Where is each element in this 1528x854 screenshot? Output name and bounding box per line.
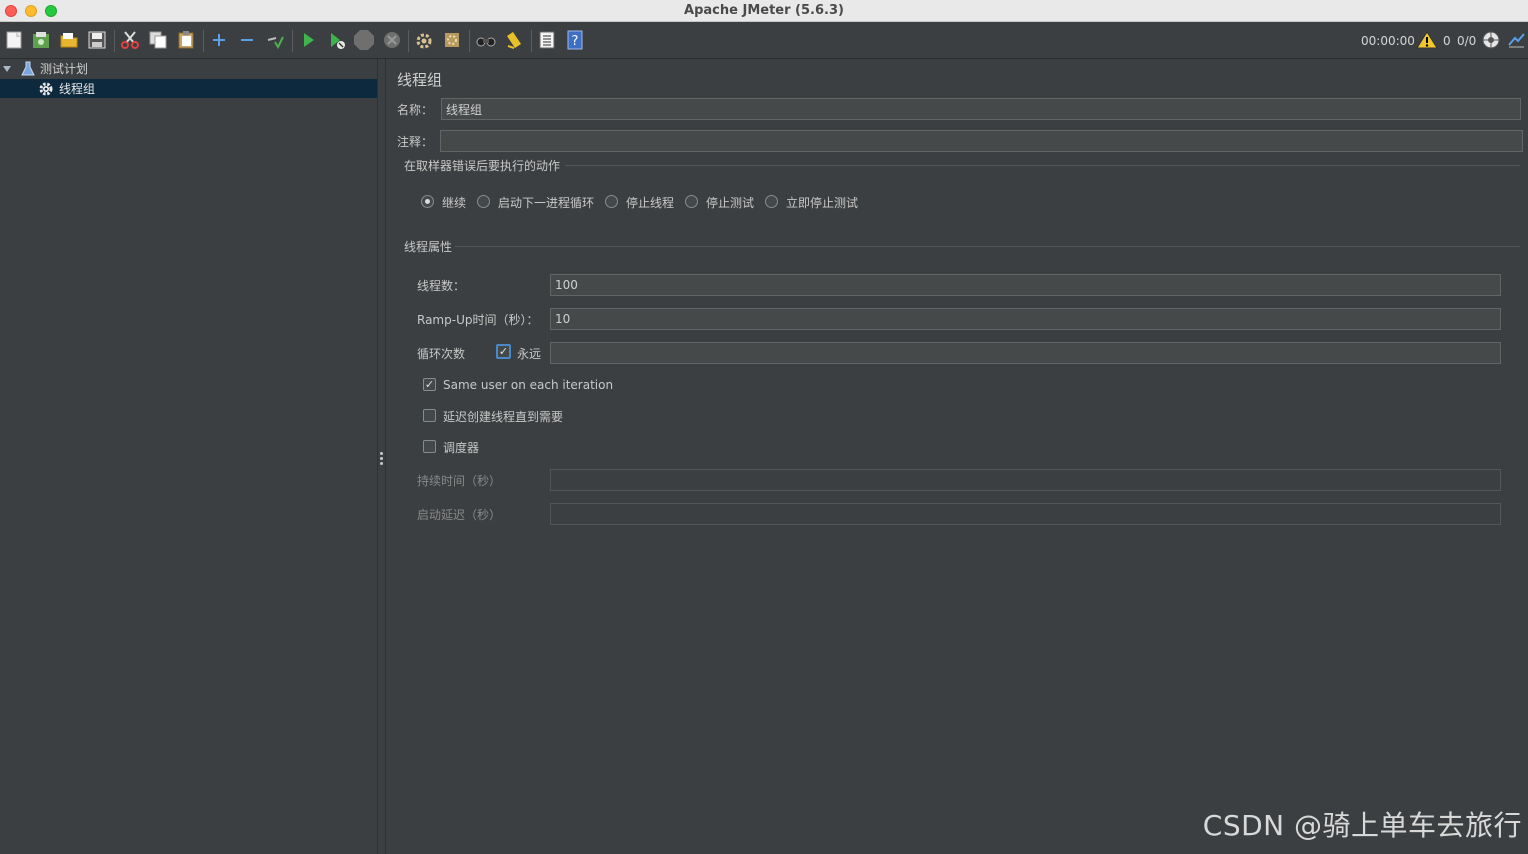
expand-triangle-icon[interactable] <box>3 65 11 72</box>
panel-splitter[interactable] <box>378 59 386 854</box>
open-icon[interactable] <box>58 29 80 51</box>
tree-node-label: 线程组 <box>59 82 96 96</box>
duration-label: 持续时间（秒） <box>417 474 502 488</box>
radio-stop-test[interactable] <box>685 195 698 208</box>
warning-count: 0 <box>1443 34 1451 48</box>
same-user-checkbox[interactable]: ✓ <box>423 378 436 391</box>
elapsed-timer: 00:00:00 <box>1361 34 1415 48</box>
loop-count-input[interactable] <box>550 342 1501 364</box>
flask-icon <box>21 61 35 77</box>
clear-icon[interactable] <box>413 29 435 51</box>
search-icon[interactable] <box>475 29 497 51</box>
reset-search-icon[interactable] <box>503 29 525 51</box>
radio-stop-test-now[interactable] <box>765 195 778 208</box>
delay-thread-creation-checkbox[interactable] <box>423 409 436 422</box>
expand-icon[interactable] <box>208 29 230 51</box>
toolbar: ? 00:00:00 0 0/0 <box>0 23 1528 59</box>
templates-icon[interactable] <box>30 29 52 51</box>
name-input[interactable] <box>441 98 1521 120</box>
startup-delay-label: 启动延迟（秒） <box>417 508 502 522</box>
cut-icon[interactable] <box>119 29 141 51</box>
scheduler-label: 调度器 <box>443 441 480 455</box>
scheduler-checkbox[interactable] <box>423 440 436 453</box>
log-viewer-icon[interactable] <box>1505 29 1527 51</box>
warning-icon[interactable] <box>1416 29 1438 51</box>
radio-continue[interactable] <box>421 195 434 208</box>
stop-icon[interactable] <box>353 29 375 51</box>
title-bar: Apache JMeter (5.6.3) <box>0 0 1528 22</box>
delay-thread-creation-label: 延迟创建线程直到需要 <box>443 410 564 424</box>
toggle-icon[interactable] <box>264 29 286 51</box>
forever-checkbox[interactable]: ✓ <box>496 344 511 359</box>
paste-icon[interactable] <box>175 29 197 51</box>
radio-start-next-loop[interactable] <box>477 195 490 208</box>
forever-label: 永远 <box>517 347 542 361</box>
radio-stop-test-now-label: 立即停止测试 <box>786 196 859 210</box>
rampup-label: Ramp-Up时间（秒）： <box>417 313 539 327</box>
comment-input[interactable] <box>440 130 1523 152</box>
threads-label: 线程数： <box>417 279 466 293</box>
loop-count-label: 循环次数 <box>417 347 466 361</box>
remote-status-icon <box>1480 29 1502 51</box>
name-label: 名称： <box>397 103 434 117</box>
tree-node-thread-group[interactable]: 线程组 <box>0 79 377 98</box>
radio-continue-label: 继续 <box>442 196 467 210</box>
gear-icon <box>38 81 54 97</box>
radio-stop-thread[interactable] <box>605 195 618 208</box>
panel-title: 线程组 <box>397 71 443 89</box>
radio-stop-test-label: 停止测试 <box>706 196 755 210</box>
radio-start-next-loop-label: 启动下一进程循环 <box>498 196 595 210</box>
new-icon[interactable] <box>3 29 25 51</box>
save-icon[interactable] <box>86 29 108 51</box>
tree-node-test-plan[interactable]: 测试计划 <box>0 59 377 78</box>
active-threads: 0/0 <box>1457 34 1477 48</box>
tree-node-label: 测试计划 <box>40 62 89 76</box>
start-icon[interactable] <box>297 29 319 51</box>
startup-delay-input[interactable] <box>550 503 1501 525</box>
copy-icon[interactable] <box>147 29 169 51</box>
window-title: Apache JMeter (5.6.3) <box>684 3 844 18</box>
clear-all-icon[interactable] <box>441 29 463 51</box>
svg-text:?: ? <box>572 34 579 49</box>
radio-stop-thread-label: 停止线程 <box>626 196 675 210</box>
threads-input[interactable] <box>550 274 1501 296</box>
function-helper-icon[interactable] <box>536 29 558 51</box>
duration-input[interactable] <box>550 469 1501 491</box>
collapse-icon[interactable] <box>236 29 258 51</box>
same-user-label: Same user on each iteration <box>443 378 614 392</box>
rampup-input[interactable] <box>550 308 1501 330</box>
comment-label: 注释： <box>397 135 434 149</box>
on-error-group-title: 在取样器错误后要执行的动作 <box>404 159 561 173</box>
thread-group-panel: 线程组 名称： 注释： 在取样器错误后要执行的动作 继续 启动下一进程循环 停止… <box>387 59 1528 854</box>
shutdown-icon[interactable] <box>381 29 403 51</box>
help-icon[interactable]: ? <box>564 29 586 51</box>
watermark: CSDN @骑上单车去旅行 <box>1202 809 1522 842</box>
thread-props-group-title: 线程属性 <box>404 240 453 254</box>
test-plan-tree: 测试计划 线程组 <box>0 59 378 854</box>
start-no-pause-icon[interactable] <box>325 29 347 51</box>
